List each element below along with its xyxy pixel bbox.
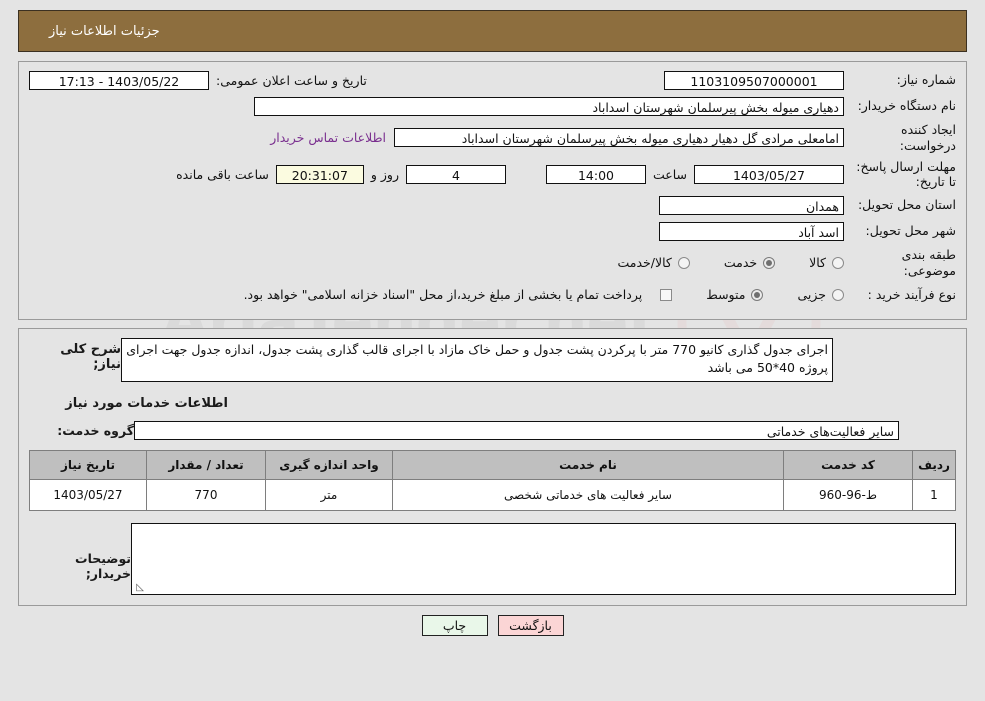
service-group-label: گروه خدمت: bbox=[57, 422, 134, 438]
need-number-label: شماره نیاز: bbox=[896, 72, 956, 88]
deadline-date-field[interactable]: 1403/05/27 bbox=[694, 164, 844, 184]
page-root: جزئیات اطلاعات نیاز شماره نیاز: 11031095… bbox=[0, 10, 985, 636]
col-header-date: تاریخ نیاز bbox=[29, 449, 147, 480]
radio-icon-khedmat[interactable] bbox=[763, 256, 776, 269]
cell-unit: متر bbox=[265, 478, 393, 511]
back-button[interactable]: بازگشت bbox=[497, 614, 564, 636]
table-header-row: ردیف کد خدمت نام خدمت واحد اندازه گیری ت… bbox=[29, 449, 956, 480]
row-service-group: سایر فعالیت‌های خدماتی گروه خدمت: bbox=[29, 420, 956, 440]
process-option-jozii[interactable]: جزیی bbox=[797, 287, 844, 302]
need-info-panel: شماره نیاز: 1103109507000001 تاریخ و ساع… bbox=[18, 61, 967, 320]
row-category: طبقه بندی موضوعی: کالا خدمت کالا/خدمت bbox=[29, 247, 956, 278]
description-textarea[interactable]: اجرای جدول گذاری کانیو 770 متر با پرکردن… bbox=[121, 337, 833, 382]
category-option-khedmat-label: خدمت bbox=[723, 255, 758, 271]
row-buyer-org: نام دستگاه خریدار: دهیاری میوله بخش پیرس… bbox=[29, 96, 956, 116]
category-option-khedmat[interactable]: خدمت bbox=[723, 255, 776, 271]
footer-actions: بازگشت چاپ bbox=[0, 614, 985, 636]
col-header-qty: تعداد / مقدار bbox=[146, 449, 266, 480]
service-details-panel: اجرای جدول گذاری کانیو 770 متر با پرکردن… bbox=[18, 327, 967, 606]
buyer-notes-label: توضیحات خریدار; bbox=[75, 550, 131, 581]
row-need-number: شماره نیاز: 1103109507000001 تاریخ و ساع… bbox=[29, 70, 956, 90]
buyer-org-field[interactable]: دهیاری میوله بخش پیرسلمان شهرستان اسدابا… bbox=[254, 96, 844, 116]
col-header-name: نام خدمت bbox=[392, 449, 784, 480]
city-label: شهر محل تحویل: bbox=[865, 223, 956, 239]
radio-icon-kala[interactable] bbox=[832, 256, 844, 269]
process-radio-group: جزیی متوسط bbox=[706, 287, 844, 302]
deadline-time-field[interactable]: 14:00 bbox=[545, 164, 646, 184]
creator-field[interactable]: امامعلی مرادی گل دهیار دهیاری میوله بخش … bbox=[394, 128, 844, 148]
row-province: استان محل تحویل: همدان bbox=[29, 195, 956, 215]
category-option-kala-label: کالا bbox=[809, 255, 826, 271]
deadline-label: مهلت ارسال پاسخ: تا تاریخ: bbox=[856, 159, 956, 190]
description-label: شرح کلی نیاز; bbox=[60, 341, 121, 372]
process-option-jozii-label: جزیی bbox=[797, 287, 826, 302]
treasury-note: پرداخت تمام یا بخشی از مبلغ خرید،از محل … bbox=[243, 287, 643, 302]
col-header-radif: ردیف bbox=[912, 449, 956, 480]
announce-datetime-field[interactable]: 1403/05/22 - 17:13 bbox=[29, 70, 209, 90]
resize-grip-icon[interactable]: ◺ bbox=[134, 582, 144, 593]
radio-icon-kala-khedmat[interactable] bbox=[677, 256, 690, 269]
cell-date: 1403/05/27 bbox=[29, 478, 147, 511]
cell-qty: 770 bbox=[146, 478, 266, 511]
province-field[interactable]: همدان bbox=[659, 195, 844, 215]
remaining-label: ساعت باقی مانده bbox=[176, 166, 269, 182]
treasury-checkbox[interactable] bbox=[660, 288, 673, 301]
radio-icon-jozii[interactable] bbox=[832, 288, 844, 301]
row-creator: ایجاد کننده درخواست: امامعلی مرادی گل ده… bbox=[29, 122, 956, 153]
cell-code: ط-96-960 bbox=[783, 478, 913, 511]
cell-name: سایر فعالیت های خدماتی شخصی bbox=[392, 478, 784, 511]
table-row: 1 ط-96-960 سایر فعالیت های خدماتی شخصی م… bbox=[29, 478, 956, 511]
need-number-field[interactable]: 1103109507000001 bbox=[664, 70, 844, 90]
category-option-kala-khedmat[interactable]: کالا/خدمت bbox=[617, 255, 690, 271]
row-buyer-notes: ◺ توضیحات خریدار; bbox=[29, 522, 956, 595]
buyer-org-label: نام دستگاه خریدار: bbox=[857, 98, 956, 114]
remaining-clock-field[interactable]: 20:31:07 bbox=[275, 164, 364, 184]
buyer-notes-textarea[interactable]: ◺ bbox=[131, 522, 956, 595]
category-radio-group: کالا خدمت کالا/خدمت bbox=[617, 255, 844, 270]
creator-label: ایجاد کننده درخواست: bbox=[899, 122, 956, 153]
category-option-kala[interactable]: کالا bbox=[809, 255, 844, 270]
days-label: روز و bbox=[370, 166, 399, 182]
announce-label: تاریخ و ساعت اعلان عمومی: bbox=[216, 72, 367, 88]
services-heading: اطلاعات خدمات مورد نیاز bbox=[65, 395, 228, 411]
row-deadline: مهلت ارسال پاسخ: تا تاریخ: 1403/05/27 سا… bbox=[29, 159, 956, 189]
service-group-field[interactable]: سایر فعالیت‌های خدماتی bbox=[134, 420, 899, 440]
col-header-unit: واحد اندازه گیری bbox=[265, 449, 393, 480]
category-option-kala-khedmat-label: کالا/خدمت bbox=[617, 255, 672, 271]
cell-radif: 1 bbox=[912, 478, 956, 511]
page-header-bar: جزئیات اطلاعات نیاز bbox=[18, 10, 967, 52]
city-field[interactable]: اسد آباد bbox=[659, 221, 844, 241]
row-process: نوع فرآیند خرید : جزیی متوسط پرداخت تمام… bbox=[29, 285, 956, 305]
page-title: جزئیات اطلاعات نیاز bbox=[49, 23, 160, 39]
hour-label: ساعت bbox=[652, 166, 687, 182]
process-option-motavaset[interactable]: متوسط bbox=[706, 287, 764, 302]
services-table: ردیف کد خدمت نام خدمت واحد اندازه گیری ت… bbox=[29, 449, 956, 511]
process-label: نوع فرآیند خرید : bbox=[867, 286, 956, 302]
remaining-days-field[interactable]: 4 bbox=[405, 164, 506, 184]
col-header-code: کد خدمت bbox=[783, 449, 913, 480]
process-option-motavaset-label: متوسط bbox=[706, 287, 746, 302]
row-description: اجرای جدول گذاری کانیو 770 متر با پرکردن… bbox=[29, 337, 956, 382]
row-city: شهر محل تحویل: اسد آباد bbox=[29, 221, 956, 241]
print-button[interactable]: چاپ bbox=[421, 614, 488, 636]
category-label: طبقه بندی موضوعی: bbox=[901, 247, 956, 278]
buyer-contact-link[interactable]: اطلاعات تماس خریدار bbox=[270, 130, 386, 145]
radio-icon-motavaset[interactable] bbox=[751, 288, 764, 301]
province-label: استان محل تحویل: bbox=[857, 197, 956, 213]
